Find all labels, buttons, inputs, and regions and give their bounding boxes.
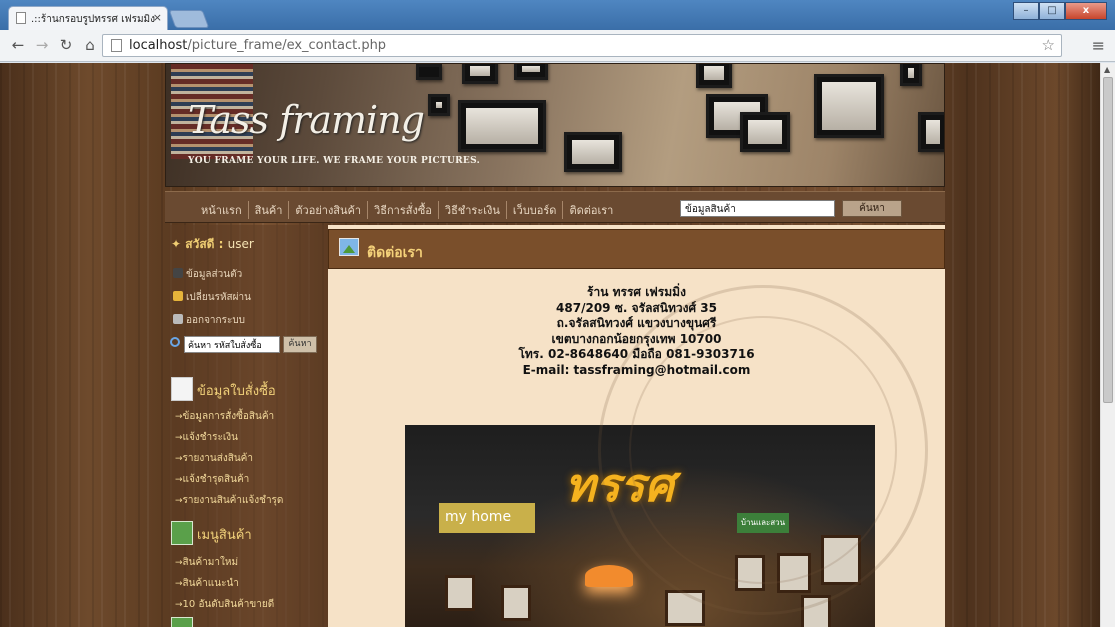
new-tab-button[interactable] xyxy=(168,10,210,28)
main-content: ติดต่อเรา ร้าน ทรรศ เฟรมมิ่ง 487/209 ซ. … xyxy=(328,225,945,627)
header-banner: Tass framing YOU FRAME YOUR LIFE. WE FRA… xyxy=(165,63,945,187)
orders-section-title: ข้อมูลใบสั่งซื้อ xyxy=(171,377,276,401)
product-menu-icon xyxy=(171,617,193,627)
window-titlebar: .::ร้านกรอบรูปทรรศ เฟรมมิง × – □ x xyxy=(0,0,1115,30)
url-text[interactable]: localhost/picture_frame/ex_contact.php xyxy=(129,38,386,53)
minimize-button[interactable]: – xyxy=(1013,2,1039,20)
address-line: เขตบางกอกน้อยกรุงเทพ 10700 xyxy=(551,331,722,346)
menu-section-title: เมนูสินค้า xyxy=(171,521,252,545)
home-icon[interactable]: ⌂ xyxy=(80,35,100,55)
damage-notify-link[interactable]: แจ้งชำรุดสินค้า xyxy=(175,472,250,487)
key-icon xyxy=(173,291,183,301)
reload-icon[interactable]: ↻ xyxy=(56,35,76,55)
new-products-link[interactable]: สินค้ามาใหม่ xyxy=(175,555,239,570)
change-password-link[interactable]: เปลี่ยนรหัสผ่าน xyxy=(173,290,251,305)
shop-name: ร้าน ทรรศ เฟรมมิ่ง xyxy=(587,285,686,299)
scroll-thumb[interactable] xyxy=(1103,77,1113,403)
address-line: 487/209 ซ. จรัลสนิทวงศ์ 35 xyxy=(556,300,717,315)
shop-sign: ทรรศ xyxy=(565,458,674,512)
lock-icon xyxy=(173,314,183,324)
product-menu-icon xyxy=(171,521,193,545)
order-search-input[interactable] xyxy=(184,336,280,353)
address-line: ถ.จรัลสนิทวงศ์ แขวงบางขุนศรี xyxy=(556,316,717,330)
page-icon xyxy=(111,39,122,52)
site-page: Tass framing YOU FRAME YOUR LIFE. WE FRA… xyxy=(165,63,945,627)
browser-tab[interactable]: .::ร้านกรอบรูปทรรศ เฟรมมิง × xyxy=(8,6,168,30)
maximize-button[interactable]: □ xyxy=(1039,2,1065,20)
nav-item-how-to-order[interactable]: วิธีการสั่งซื้อ xyxy=(367,201,438,219)
damage-report-link[interactable]: รายงานสินค้าแจ้งชำรุด xyxy=(175,493,284,508)
nav-item-payment[interactable]: วิธีชำระเงิน xyxy=(437,201,506,219)
bookmark-star-icon[interactable]: ☆ xyxy=(1042,36,1055,54)
search-icon xyxy=(170,337,180,347)
tab-close-icon[interactable]: × xyxy=(153,11,162,24)
logout-link[interactable]: ออกจากระบบ xyxy=(173,313,245,328)
page-viewport: Tass framing YOU FRAME YOUR LIFE. WE FRA… xyxy=(0,63,1100,627)
document-add-icon xyxy=(171,377,193,401)
page-title: ติดต่อเรา xyxy=(367,245,423,261)
content-header: ติดต่อเรา xyxy=(328,229,945,269)
page-icon xyxy=(16,12,26,24)
contact-address: ร้าน ทรรศ เฟรมมิ่ง 487/209 ซ. จรัลสนิทวง… xyxy=(328,285,945,378)
profile-link[interactable]: ข้อมูลส่วนตัว xyxy=(173,267,242,282)
scroll-up-arrow-icon[interactable]: ▲ xyxy=(1104,65,1110,74)
nav-item-samples[interactable]: ตัวอย่างสินค้า xyxy=(288,201,367,219)
shipping-report-link[interactable]: รายงานส่งสินค้า xyxy=(175,451,253,466)
order-search-button[interactable]: ค้นหา xyxy=(283,336,317,353)
nav-item-webboard[interactable]: เว็บบอร์ด xyxy=(505,201,563,219)
browser-menu-icon[interactable]: ≡ xyxy=(1092,36,1105,55)
myhome-sign: my home xyxy=(439,503,535,533)
lamp xyxy=(585,565,633,587)
page-scrollbar[interactable]: ▲ xyxy=(1100,63,1115,627)
image-icon xyxy=(339,238,359,256)
close-window-button[interactable]: x xyxy=(1065,2,1107,20)
store-sign: บ้านและสวน xyxy=(737,513,789,533)
recommended-products-link[interactable]: สินค้าแนะนำ xyxy=(175,576,239,591)
tab-title: .::ร้านกรอบรูปทรรศ เฟรมมิง xyxy=(31,14,156,25)
sidebar: ✦ สวัสดี : user ข้อมูลส่วนตัว เปลี่ยนรหั… xyxy=(165,225,325,627)
email-line: E-mail: tassframing@hotmail.com xyxy=(522,362,751,377)
phone-line: โทร. 02-8648640 มือถือ 081-9303716 xyxy=(518,347,755,361)
user-icon xyxy=(173,268,183,278)
username: user xyxy=(227,237,254,251)
browser-toolbar: ← → ↻ ⌂ localhost/picture_frame/ex_conta… xyxy=(0,30,1115,62)
payment-notify-link[interactable]: แจ้งชำระเงิน xyxy=(175,430,238,445)
site-logo[interactable]: Tass framing xyxy=(188,98,425,142)
back-arrow-icon[interactable]: ← xyxy=(8,35,28,55)
main-nav: หน้าแรก สินค้า ตัวอย่างสินค้า วิธีการสั่… xyxy=(165,191,945,223)
greeting: ✦ สวัสดี : user xyxy=(171,237,254,251)
window-controls: – □ x xyxy=(1013,2,1107,20)
shop-photo: ทรรศ my home บ้านและสวน xyxy=(405,425,875,627)
site-slogan: YOU FRAME YOUR LIFE. WE FRAME YOUR PICTU… xyxy=(188,156,481,166)
nav-item-products[interactable]: สินค้า xyxy=(247,201,289,219)
wand-icon: ✦ xyxy=(171,237,182,251)
product-search-button[interactable]: ค้นหา xyxy=(842,200,902,217)
bestsellers-link[interactable]: 10 อันดับสินค้าขายดี xyxy=(175,597,275,612)
orders-link[interactable]: ข้อมูลการสั่งซื้อสินค้า xyxy=(175,409,275,424)
forward-arrow-icon[interactable]: → xyxy=(32,35,52,55)
product-search-input[interactable]: ข้อมูลสินค้า xyxy=(680,200,835,217)
nav-item-home[interactable]: หน้าแรก xyxy=(195,201,248,219)
nav-item-contact[interactable]: ติดต่อเรา xyxy=(562,201,619,219)
address-bar[interactable]: localhost/picture_frame/ex_contact.php ☆ xyxy=(102,34,1062,57)
next-section-icon xyxy=(171,617,197,627)
